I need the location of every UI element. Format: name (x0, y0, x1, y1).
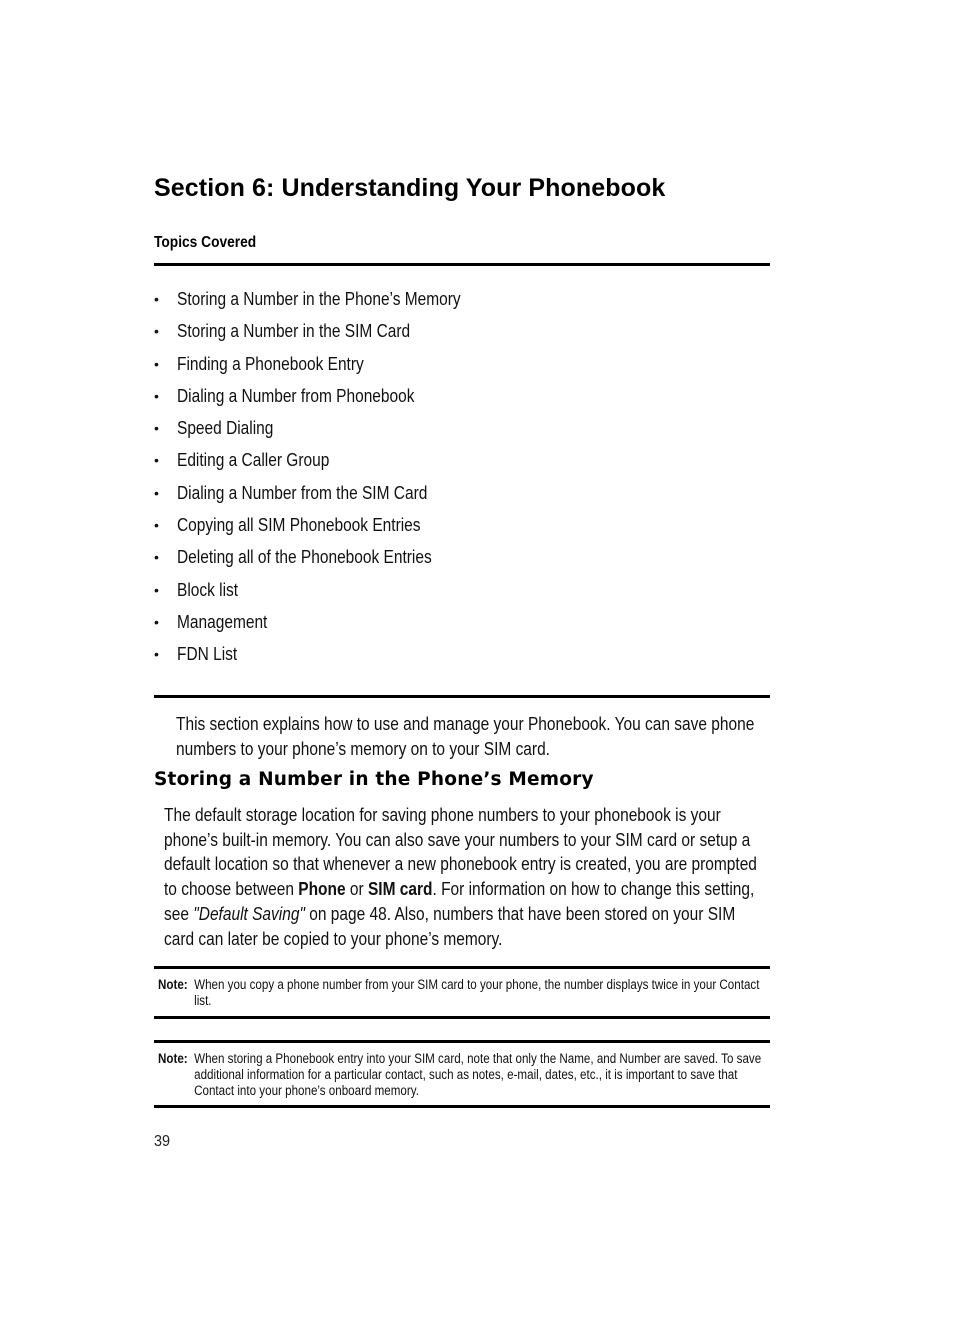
topics-covered-heading: Topics Covered (154, 234, 257, 251)
note2-top-rule (154, 1040, 770, 1043)
topic-label: Storing a Number in the SIM Card (177, 321, 411, 342)
bullet-icon: • (154, 613, 159, 630)
note1-bottom-rule (154, 1016, 770, 1019)
note-text: When you copy a phone number from your S… (194, 977, 760, 1008)
topic-item: • Deleting all of the Phonebook Entries (154, 545, 507, 577)
topic-item: • Storing a Number in the SIM Card (154, 319, 507, 351)
bullet-icon: • (154, 484, 159, 501)
page-number: 39 (154, 1133, 171, 1150)
topic-label: Storing a Number in the Phone’s Memory (177, 289, 461, 309)
topic-item: • Storing a Number in the Phone’s Memory (154, 287, 507, 319)
bullet-icon: • (154, 549, 159, 566)
bullet-icon: • (154, 323, 159, 340)
topic-item: • Management (154, 610, 507, 642)
topic-label: Copying all SIM Phonebook Entries (177, 515, 421, 536)
section-title: Section 6: Understanding Your Phonebook (154, 174, 666, 202)
topics-bottom-rule (154, 695, 770, 698)
topic-label: Speed Dialing (177, 418, 274, 439)
topic-label: Block list (177, 579, 239, 600)
sim-card-option-label: SIM card (367, 879, 433, 900)
note-label: Note: (158, 977, 188, 992)
topics-list: • Storing a Number in the Phone’s Memory … (154, 287, 507, 675)
bullet-icon: • (154, 355, 159, 372)
default-saving-link[interactable]: "Default Saving" (193, 904, 305, 924)
topic-label: Dialing a Number from Phonebook (177, 385, 415, 406)
topic-item: • Editing a Caller Group (154, 448, 507, 480)
bullet-icon: • (154, 452, 159, 469)
body-text: or (345, 879, 368, 900)
note-label: Note: (158, 1051, 188, 1066)
topic-label: Dialing a Number from the SIM Card (177, 482, 428, 503)
topic-label: Management (177, 611, 268, 632)
topic-label: Editing a Caller Group (177, 450, 330, 471)
bullet-icon: • (154, 420, 159, 437)
document-page: Section 6: Understanding Your Phonebook … (0, 0, 954, 1319)
topic-item: • Dialing a Number from Phonebook (154, 384, 507, 416)
topic-label: Finding a Phonebook Entry (177, 353, 364, 374)
topic-item: • Speed Dialing (154, 416, 507, 448)
bullet-icon: • (154, 646, 159, 663)
note-text: When storing a Phonebook entry into your… (194, 1051, 762, 1098)
bullet-icon: • (154, 517, 159, 534)
topic-item: • Finding a Phonebook Entry (154, 352, 507, 384)
bullet-icon: • (154, 581, 159, 598)
body-paragraph: The default storage location for saving … (164, 803, 766, 951)
note1-top-rule (154, 966, 770, 969)
subsection-heading: Storing a Number in the Phone’s Memory (154, 769, 594, 790)
note-box: Note: When you copy a phone number from … (158, 977, 769, 1009)
bullet-icon: • (154, 291, 159, 307)
phone-option-label: Phone (298, 879, 346, 900)
topic-label: FDN List (177, 644, 238, 665)
intro-paragraph: This section explains how to use and man… (176, 714, 755, 759)
topics-top-rule (154, 263, 770, 266)
topic-item: • Dialing a Number from the SIM Card (154, 481, 507, 513)
topic-item: • Copying all SIM Phonebook Entries (154, 513, 507, 545)
topic-label: Deleting all of the Phonebook Entries (177, 547, 432, 568)
topic-item: • Block list (154, 578, 507, 610)
bullet-icon: • (154, 387, 159, 404)
note-box: Note: When storing a Phonebook entry int… (158, 1051, 769, 1098)
note2-bottom-rule (154, 1105, 770, 1108)
topic-item: • FDN List (154, 642, 507, 674)
